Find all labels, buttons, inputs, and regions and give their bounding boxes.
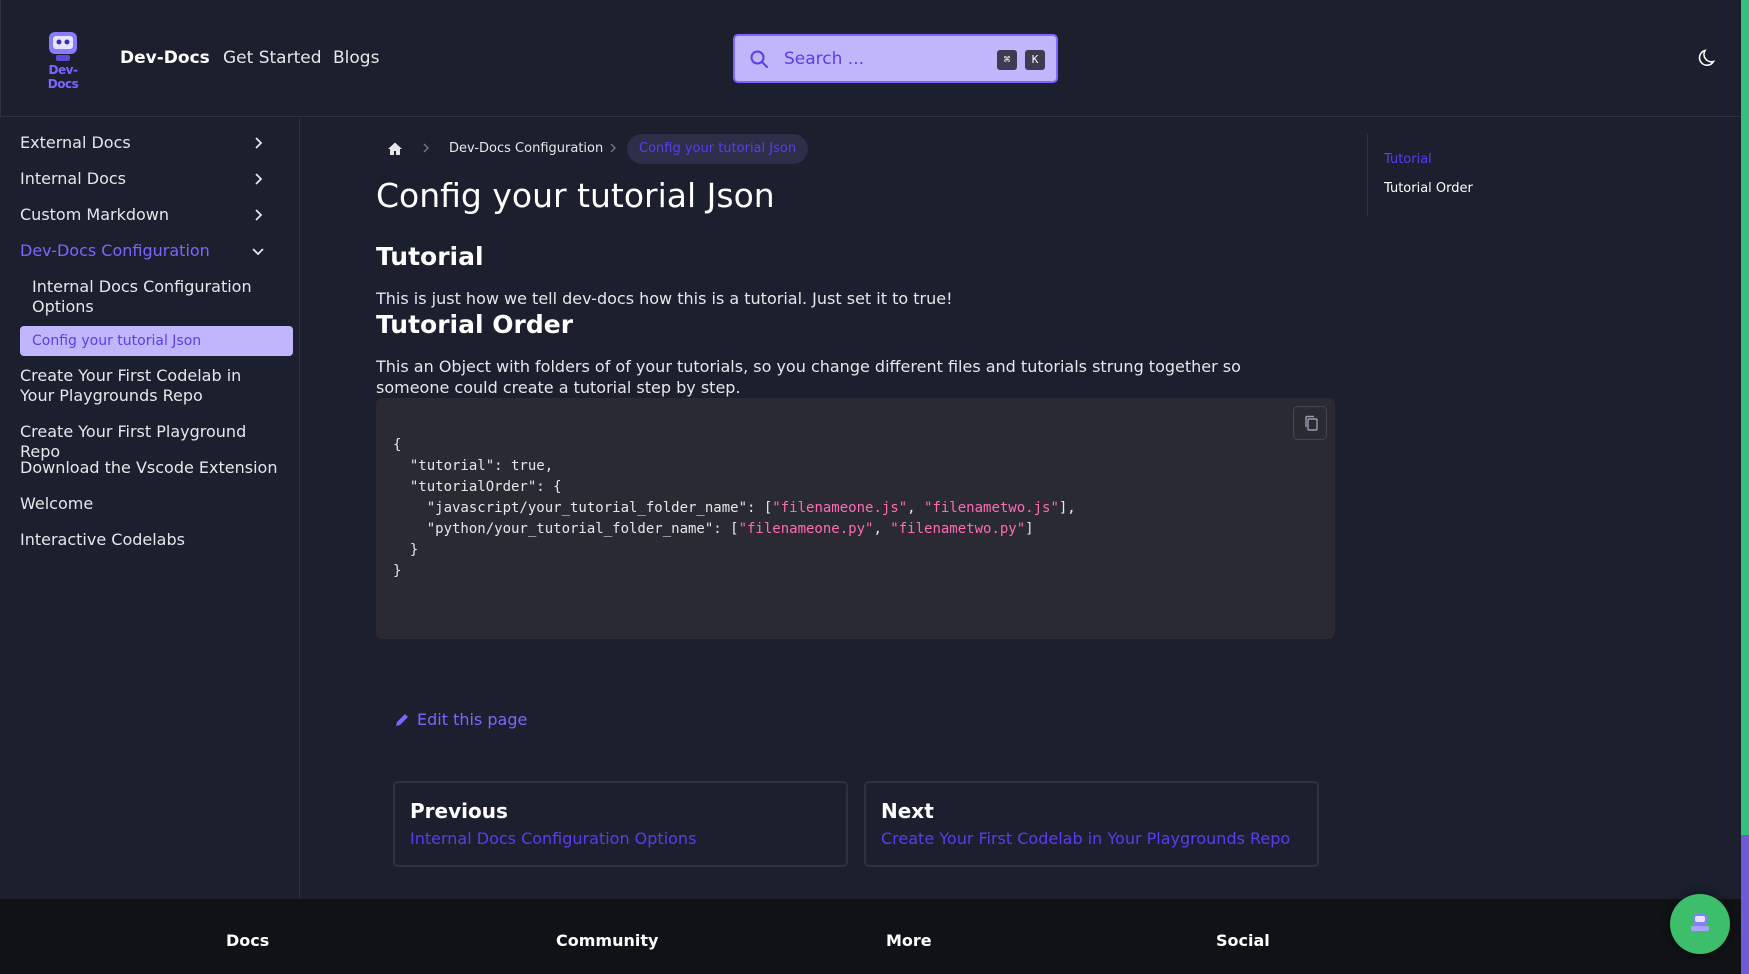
copy-code-button[interactable] xyxy=(1293,406,1327,440)
footer-heading-community: Community xyxy=(556,931,659,950)
pager-label: Previous xyxy=(410,799,508,823)
heading-tutorial-order: Tutorial Order xyxy=(376,310,574,339)
sidebar-item-dev-docs-configuration[interactable]: Dev-Docs Configuration xyxy=(20,241,280,261)
sidebar-item-label: Internal Docs xyxy=(20,169,126,188)
sidebar-item-custom-markdown[interactable]: Custom Markdown xyxy=(20,205,280,225)
chat-assistant-button[interactable] xyxy=(1670,894,1730,954)
robot-chat-icon xyxy=(1691,914,1709,931)
toc-item-tutorial[interactable]: Tutorial xyxy=(1384,152,1432,167)
search-icon xyxy=(750,50,768,68)
home-icon[interactable] xyxy=(387,141,403,157)
pager-label: Next xyxy=(881,799,934,823)
footer-heading-more: More xyxy=(886,931,932,950)
kbd-command: ⌘ xyxy=(997,50,1017,70)
code-content: { "tutorial": true, "tutorialOrder": { "… xyxy=(393,437,1076,579)
search-placeholder: Search ... xyxy=(784,49,865,69)
logo-text: Dev-Docs xyxy=(47,63,79,91)
nav-blogs[interactable]: Blogs xyxy=(333,48,379,68)
pager-title: Create Your First Codelab in Your Playgr… xyxy=(881,829,1291,848)
right-edge-strip xyxy=(1741,0,1749,974)
code-line-js: "javascript/your_tutorial_folder_name": … xyxy=(393,500,1076,516)
heading-tutorial: Tutorial xyxy=(376,242,484,271)
code-line-py: "python/your_tutorial_folder_name": ["fi… xyxy=(393,521,1034,537)
top-navbar: Dev-Docs Dev-Docs Get Started Blogs Sear… xyxy=(0,0,1741,117)
brand-link[interactable]: Dev-Docs xyxy=(120,48,210,68)
tutorial-order-description: This an Object with folders of of your t… xyxy=(376,357,1241,397)
pager-title: Internal Docs Configuration Options xyxy=(410,829,697,848)
sidebar-item-interactive-codelabs[interactable]: Interactive Codelabs xyxy=(20,530,280,550)
tutorial-description: This is just how we tell dev-docs how th… xyxy=(376,289,953,308)
kbd-k: K xyxy=(1025,50,1045,70)
sidebar-item-label: Dev-Docs Configuration xyxy=(20,241,210,260)
sidebar: External Docs Internal Docs Custom Markd… xyxy=(0,118,300,899)
sidebar-item-first-playground[interactable]: Create Your First Playground Repo xyxy=(20,422,280,462)
sidebar-item-vscode-extension[interactable]: Download the Vscode Extension xyxy=(20,458,280,478)
pencil-icon xyxy=(396,714,408,726)
copy-icon xyxy=(1305,415,1318,431)
sidebar-item-first-codelab[interactable]: Create Your First Codelab in Your Playgr… xyxy=(20,366,280,406)
chevron-right-icon xyxy=(255,173,263,185)
sidebar-item-welcome[interactable]: Welcome xyxy=(20,494,280,514)
sidebar-item-label: External Docs xyxy=(20,133,131,152)
edit-page-link[interactable]: Edit this page xyxy=(417,710,527,729)
nav-get-started[interactable]: Get Started xyxy=(223,48,321,68)
chevron-right-icon xyxy=(255,209,263,221)
breadcrumb-current: Config your tutorial Json xyxy=(627,134,809,164)
breadcrumb-parent[interactable]: Dev-Docs Configuration xyxy=(449,141,603,156)
chevron-right-icon xyxy=(255,137,263,149)
sidebar-item-internal-docs[interactable]: Internal Docs xyxy=(20,169,280,189)
footer-heading-social: Social xyxy=(1216,931,1270,950)
chevron-right-icon xyxy=(423,143,429,153)
sidebar-subitem-internal-docs-config[interactable]: Internal Docs Configuration Options xyxy=(32,277,272,317)
code-block: { "tutorial": true, "tutorialOrder": { "… xyxy=(376,398,1335,639)
chevron-down-icon xyxy=(252,248,264,256)
pagination-previous[interactable]: Previous Internal Docs Configuration Opt… xyxy=(393,781,848,867)
footer-heading-docs: Docs xyxy=(226,931,270,950)
sidebar-item-label: Custom Markdown xyxy=(20,205,170,224)
page-scrollbar[interactable] xyxy=(1741,835,1749,974)
pagination-next[interactable]: Next Create Your First Codelab in Your P… xyxy=(864,781,1319,867)
robot-logo-icon xyxy=(49,32,77,61)
search-button[interactable]: Search ... ⌘ K xyxy=(733,34,1058,83)
dark-mode-toggle-icon[interactable] xyxy=(1698,48,1718,68)
sidebar-subitem-config-tutorial-json[interactable]: Config your tutorial Json xyxy=(20,326,293,356)
page-title: Config your tutorial Json xyxy=(376,176,775,215)
dev-docs-logo[interactable]: Dev-Docs xyxy=(34,30,92,91)
footer: Docs Community More Social xyxy=(0,899,1741,974)
chevron-right-icon xyxy=(610,143,616,153)
table-of-contents: Tutorial Tutorial Order xyxy=(1367,134,1567,216)
sidebar-item-external-docs[interactable]: External Docs xyxy=(20,133,280,153)
toc-item-tutorial-order[interactable]: Tutorial Order xyxy=(1384,181,1473,196)
